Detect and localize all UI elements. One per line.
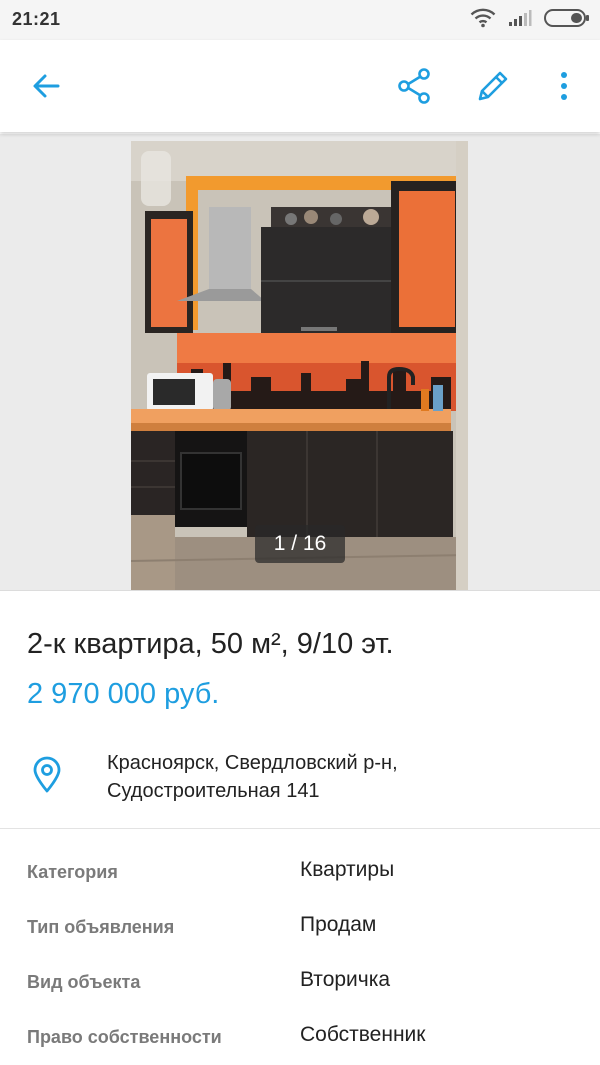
address-line-1: Красноярск, Свердловский р-н, <box>107 752 398 774</box>
detail-value: Продам <box>300 913 377 936</box>
share-button[interactable] <box>394 66 434 106</box>
battery-icon <box>544 8 590 33</box>
edit-button[interactable] <box>473 66 513 106</box>
photo-gallery[interactable]: 1 / 16 <box>0 134 600 590</box>
detail-value: Квартиры <box>300 858 395 881</box>
more-options-button[interactable] <box>544 66 584 106</box>
status-bar: 21:21 <box>0 0 600 40</box>
detail-key: Тип объявления <box>27 917 175 937</box>
app-bar <box>0 40 600 132</box>
detail-key: Право собственности <box>27 1027 222 1047</box>
listing-price: 2 970 000 руб. <box>27 678 220 710</box>
listing-photo[interactable] <box>131 141 468 590</box>
status-time: 21:21 <box>12 9 61 29</box>
detail-key: Категория <box>27 862 118 882</box>
more-vert-icon <box>561 72 567 100</box>
wifi-icon <box>470 8 496 33</box>
divider <box>0 828 600 829</box>
listing-address[interactable]: Красноярск, Свердловский р-н, Судостроит… <box>107 749 398 805</box>
edit-pencil-icon <box>478 71 508 101</box>
detail-key: Вид объекта <box>27 972 141 992</box>
detail-value: Собственник <box>300 1023 426 1046</box>
detail-row-listing-type: Тип объявления Продам <box>0 907 600 947</box>
detail-row-ownership: Право собственности Собственник <box>0 1017 600 1057</box>
back-button[interactable] <box>26 66 66 106</box>
location-pin-icon <box>33 756 61 793</box>
detail-row-object-type: Вид объекта Вторичка <box>0 962 600 1002</box>
detail-value: Вторичка <box>300 968 391 991</box>
signal-icon <box>508 9 532 32</box>
listing-title: 2-к квартира, 50 м², 9/10 эт. <box>27 628 394 660</box>
status-icons <box>470 8 590 32</box>
photo-counter: 1 / 16 <box>255 525 345 563</box>
address-line-2: Судостроительная 141 <box>107 780 320 802</box>
divider <box>0 590 600 591</box>
detail-row-category: Категория Квартиры <box>0 852 600 892</box>
back-arrow-icon <box>33 74 60 98</box>
share-icon <box>398 68 430 104</box>
